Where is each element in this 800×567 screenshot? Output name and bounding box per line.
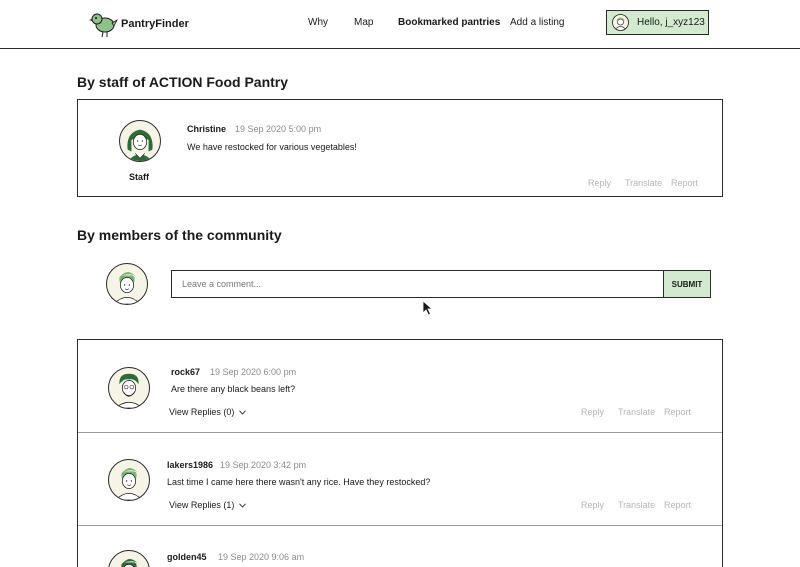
chevron-down-icon: [239, 410, 247, 415]
community-section-title: By members of the community: [77, 227, 282, 243]
comment-divider: [78, 525, 722, 526]
comment-avatar: [108, 550, 150, 567]
staff-post-card: Staff Christine 19 Sep 2020 5:00 pm We h…: [77, 99, 723, 197]
nav-link-add-listing[interactable]: Add a listing: [510, 17, 564, 28]
nav-link-map[interactable]: Map: [354, 17, 373, 28]
comment-timestamp: 19 Sep 2020 3:42 pm: [220, 460, 307, 470]
user-avatar-icon: [120, 559, 139, 567]
user-greeting: Hello, j_xyz123: [637, 17, 705, 28]
report-button[interactable]: Report: [664, 500, 691, 510]
user-menu-button[interactable]: Hello, j_xyz123: [606, 10, 709, 35]
view-replies-label: View Replies (0): [169, 407, 235, 417]
mouse-cursor-icon: [422, 300, 434, 316]
comment-text: Last time I came here there wasn't any r…: [167, 477, 431, 487]
nav-link-why[interactable]: Why: [308, 17, 328, 28]
comment-divider: [78, 432, 722, 433]
community-comments-card: rock67 19 Sep 2020 6:00 pm Are there any…: [77, 339, 723, 567]
comment-avatar: [108, 459, 150, 501]
comment-input[interactable]: [171, 270, 664, 298]
comment-author: lakers1986: [167, 460, 214, 470]
view-replies-toggle[interactable]: View Replies (0): [169, 407, 247, 417]
view-replies-toggle[interactable]: View Replies (1): [169, 500, 247, 510]
comment-author: golden45: [167, 552, 207, 562]
post-author: Christine: [187, 124, 227, 134]
report-button[interactable]: Report: [671, 178, 698, 188]
reply-button[interactable]: Reply: [581, 500, 604, 510]
comment-avatar: [108, 367, 150, 409]
staff-avatar: [119, 120, 161, 162]
brand-logo[interactable]: PantryFinder: [88, 10, 189, 38]
comment-author: rock67: [171, 367, 201, 377]
submit-comment-button[interactable]: SUBMIT: [663, 270, 711, 298]
reply-button[interactable]: Reply: [588, 178, 611, 188]
post-timestamp: 19 Sep 2020 5:00 pm: [235, 124, 322, 134]
reply-button[interactable]: Reply: [581, 407, 604, 417]
user-avatar-icon: [612, 14, 629, 31]
report-button[interactable]: Report: [664, 407, 691, 417]
user-avatar-icon: [127, 129, 153, 161]
translate-button[interactable]: Translate: [618, 407, 655, 417]
chevron-down-icon: [239, 503, 247, 508]
top-navigation-bar: PantryFinder Why Map Bookmarked pantries…: [0, 0, 800, 49]
comment-text: Are there any black beans left?: [171, 384, 296, 394]
comment-timestamp: 19 Sep 2020 9:06 am: [218, 552, 305, 562]
post-text: We have restocked for various vegetables…: [187, 142, 357, 152]
user-avatar-icon: [113, 272, 141, 304]
staff-section-title: By staff of ACTION Food Pantry: [77, 74, 289, 90]
user-avatar-icon: [115, 373, 143, 408]
brand-name: PantryFinder: [121, 18, 189, 30]
comment-timestamp: 19 Sep 2020 6:00 pm: [210, 367, 297, 377]
translate-button[interactable]: Translate: [625, 178, 662, 188]
nav-link-bookmarked-pantries[interactable]: Bookmarked pantries: [398, 17, 500, 28]
translate-button[interactable]: Translate: [618, 500, 655, 510]
bird-logo-icon: [89, 13, 118, 38]
staff-role-label: Staff: [129, 172, 149, 182]
current-user-avatar: [106, 263, 148, 305]
view-replies-label: View Replies (1): [169, 500, 235, 510]
user-avatar-icon: [115, 468, 143, 500]
